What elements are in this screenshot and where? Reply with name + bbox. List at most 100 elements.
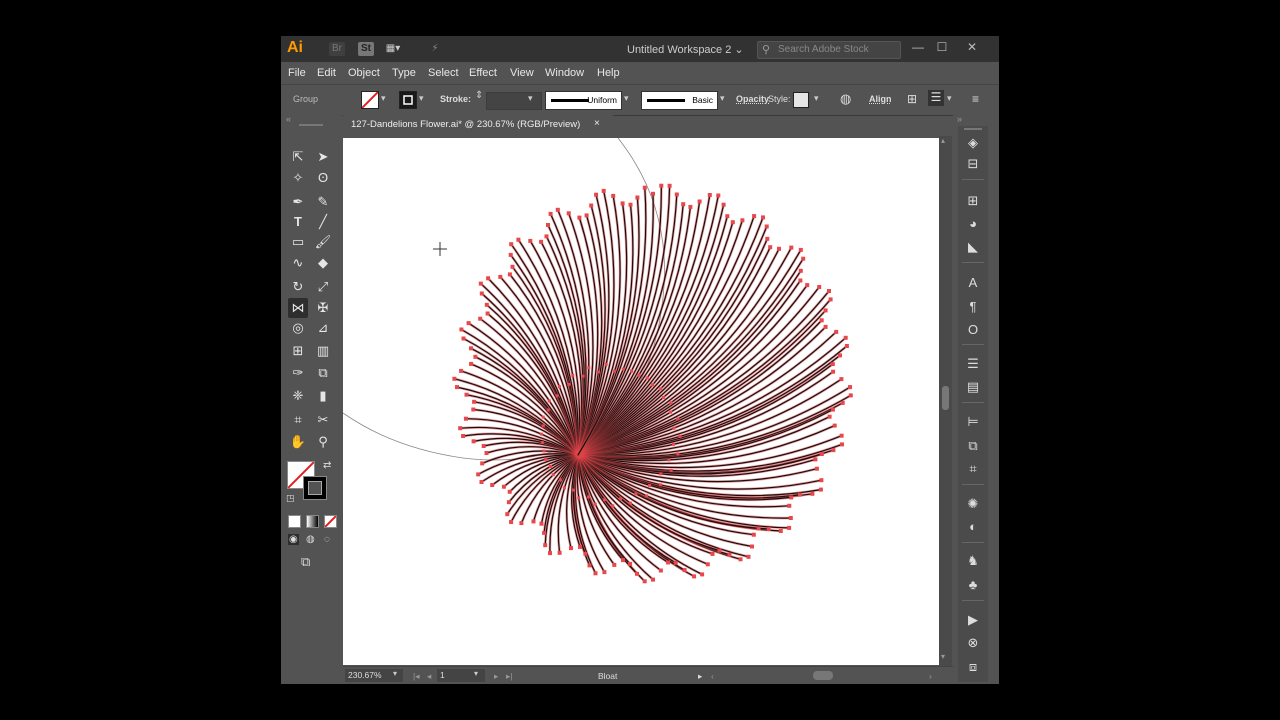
anchor-point[interactable] xyxy=(676,417,680,421)
anchor-point[interactable] xyxy=(671,442,675,446)
anchor-point[interactable] xyxy=(766,527,771,531)
anchor-point[interactable] xyxy=(593,571,598,576)
shape-builder-tool-icon[interactable]: ◎ xyxy=(288,318,308,338)
anchor-point[interactable] xyxy=(676,452,680,456)
anchor-point[interactable] xyxy=(548,211,553,216)
anchor-point[interactable] xyxy=(817,285,822,289)
anchor-point[interactable] xyxy=(688,204,693,209)
anchor-point[interactable] xyxy=(738,557,743,562)
anchor-point[interactable] xyxy=(667,183,672,188)
anchor-point[interactable] xyxy=(539,521,544,526)
eyedropper-tool-icon[interactable]: ✑ xyxy=(288,363,308,383)
anchor-point[interactable] xyxy=(672,426,676,430)
transparency-panel-icon[interactable]: ◐ xyxy=(964,518,982,536)
anchor-point[interactable] xyxy=(727,552,732,557)
scroll-up-icon[interactable]: ▴ xyxy=(941,136,945,145)
anchor-point[interactable] xyxy=(452,376,457,381)
graphic-style-swatch[interactable] xyxy=(793,92,809,108)
arrange-chevron-icon[interactable]: ▾ xyxy=(947,93,952,104)
anchor-point[interactable] xyxy=(472,399,477,404)
zoom-field[interactable]: 230.67% ▾ xyxy=(345,669,403,682)
anchor-point[interactable] xyxy=(819,318,824,323)
anchor-point[interactable] xyxy=(459,327,464,332)
arrange-options-icon[interactable]: ☰ xyxy=(928,90,944,106)
puppet-warp-tool-icon[interactable]: ✠ xyxy=(313,298,333,318)
anchor-point[interactable] xyxy=(613,369,617,373)
anchor-point[interactable] xyxy=(750,544,754,549)
anchor-point[interactable] xyxy=(840,442,844,447)
anchor-point[interactable] xyxy=(509,242,514,247)
anchor-point[interactable] xyxy=(700,572,705,577)
anchor-point[interactable] xyxy=(659,387,663,391)
anchor-point[interactable] xyxy=(740,218,745,223)
anchor-point[interactable] xyxy=(619,497,622,501)
anchor-point[interactable] xyxy=(593,502,597,506)
anchor-point[interactable] xyxy=(581,374,585,378)
anchor-point[interactable] xyxy=(539,239,544,244)
anchor-point[interactable] xyxy=(834,329,839,334)
anchor-point[interactable] xyxy=(478,281,483,286)
anchor-point[interactable] xyxy=(831,448,836,453)
anchor-point[interactable] xyxy=(612,562,617,567)
anchor-point[interactable] xyxy=(490,483,495,487)
anchor-point[interactable] xyxy=(827,289,831,293)
anchor-point[interactable] xyxy=(710,551,715,556)
anchor-point[interactable] xyxy=(658,568,663,573)
anchor-point[interactable] xyxy=(730,220,735,225)
anchor-point[interactable] xyxy=(459,368,464,373)
stroke-dropdown-chevron-icon[interactable]: ▾ xyxy=(419,93,424,104)
menu-type[interactable]: Type xyxy=(392,67,416,79)
change-screen-mode-icon[interactable]: ⧉ xyxy=(301,554,310,570)
anchor-point[interactable] xyxy=(602,498,606,502)
anchor-point[interactable] xyxy=(543,543,548,548)
anchor-point[interactable] xyxy=(789,245,794,250)
anchor-point[interactable] xyxy=(725,214,730,219)
anchor-point[interactable] xyxy=(597,370,600,374)
variable-width-profile-dropdown[interactable]: Uniform xyxy=(545,91,622,110)
arrange-documents-icon[interactable]: ▦▾ xyxy=(385,42,401,56)
recolor-artwork-icon[interactable]: ◍ xyxy=(840,91,851,107)
anchor-point[interactable] xyxy=(516,237,521,242)
workspace-switcher[interactable]: Untitled Workspace 2 ⌄ xyxy=(627,43,744,56)
anchor-point[interactable] xyxy=(839,377,844,382)
draw-behind-icon[interactable]: ◍ xyxy=(306,534,315,545)
transform-icon[interactable]: ⊞ xyxy=(907,92,917,106)
anchor-point[interactable] xyxy=(551,473,555,477)
artboards-panel-icon[interactable]: ⧈ xyxy=(964,658,982,676)
slice-tool-icon[interactable]: ✂ xyxy=(313,410,333,430)
brushes-panel-icon[interactable]: ♣ xyxy=(964,576,982,594)
search-stock-input[interactable]: ⚲ Search Adobe Stock xyxy=(757,41,901,59)
minimize-button[interactable]: — xyxy=(907,38,929,58)
anchor-point[interactable] xyxy=(697,199,702,204)
anchor-point[interactable] xyxy=(818,487,823,492)
menu-file[interactable]: File xyxy=(288,67,306,79)
anchor-point[interactable] xyxy=(578,544,582,549)
anchor-point[interactable] xyxy=(540,441,544,445)
anchor-point[interactable] xyxy=(669,401,673,405)
anchor-point[interactable] xyxy=(541,415,545,419)
color-guide-panel-icon[interactable]: ◣ xyxy=(964,238,982,256)
anchor-point[interactable] xyxy=(620,201,625,206)
anchor-point[interactable] xyxy=(752,214,757,219)
anchor-point[interactable] xyxy=(810,491,815,496)
anchor-point[interactable] xyxy=(584,213,589,218)
anchor-point[interactable] xyxy=(571,488,575,492)
character-panel-icon[interactable]: A xyxy=(964,274,982,292)
anchor-point[interactable] xyxy=(571,373,575,377)
anchor-point[interactable] xyxy=(840,400,845,405)
anchor-point[interactable] xyxy=(455,385,459,390)
menu-effect[interactable]: Effect xyxy=(469,67,497,79)
anchor-point[interactable] xyxy=(507,489,512,494)
anchor-point[interactable] xyxy=(666,560,671,565)
anchor-point[interactable] xyxy=(648,483,652,487)
anchor-point[interactable] xyxy=(805,283,810,288)
fill-dropdown-chevron-icon[interactable]: ▾ xyxy=(381,93,386,104)
anchor-point[interactable] xyxy=(547,399,551,403)
anchor-point[interactable] xyxy=(587,366,591,370)
rotate-tool-icon[interactable]: ↻ xyxy=(288,277,308,297)
anchor-point[interactable] xyxy=(819,452,824,456)
anchor-point[interactable] xyxy=(601,188,606,193)
vertical-scroll-thumb[interactable] xyxy=(942,386,949,410)
anchor-point[interactable] xyxy=(555,207,560,212)
anchor-point[interactable] xyxy=(634,492,638,496)
